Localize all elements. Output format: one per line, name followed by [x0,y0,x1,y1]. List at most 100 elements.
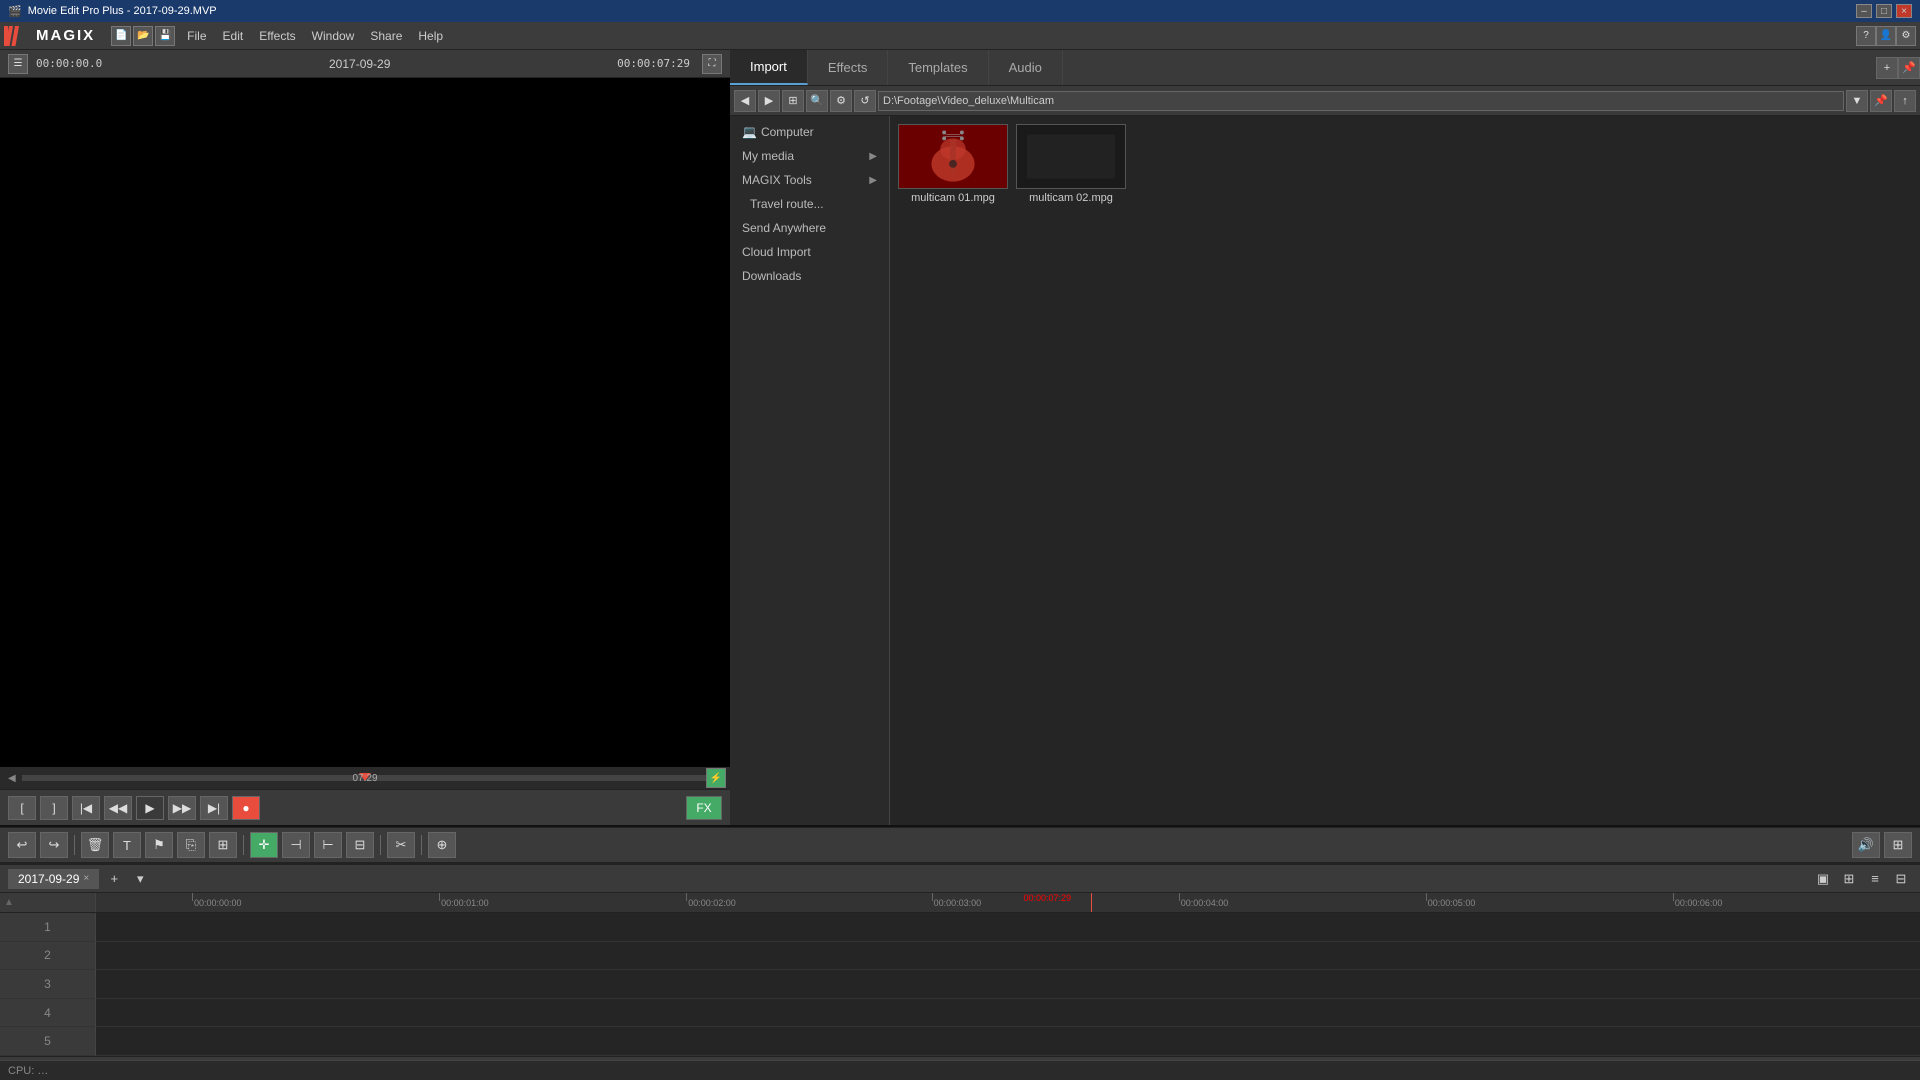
pin-icon[interactable]: 📌 [1870,90,1892,112]
redo-button[interactable]: ↪ [40,832,68,858]
menu-file[interactable]: File [179,27,214,45]
volume-icon[interactable]: 🔊 [1852,832,1880,858]
sidebar-item-send-anywhere[interactable]: Send Anywhere [730,216,889,240]
nav-back-icon[interactable]: ◀ [734,90,756,112]
menu-effects[interactable]: Effects [251,27,303,45]
timeline-menu-icon[interactable]: ▾ [129,868,151,890]
timeline-view-2-icon[interactable]: ⊞ [1838,868,1860,890]
track-cell-2[interactable] [96,942,1920,971]
prev-marker-button[interactable]: |◀ [72,796,100,820]
computer-icon: 💻 [742,125,757,139]
in-point-button[interactable]: [ [8,796,36,820]
track-cell-3[interactable] [96,970,1920,999]
fx-button[interactable]: FX [686,796,722,820]
new-file-icon[interactable]: 📄 [111,26,131,46]
maximize-button[interactable]: □ [1876,4,1892,18]
timeline-tab-label: 2017-09-29 [18,872,79,886]
preview-scrubber-label: 07:29 [352,773,377,784]
menu-bar: MAGIX 📄 📂 💾 File Edit Effects Window Sha… [0,22,1920,50]
path-input[interactable] [878,91,1844,111]
track-label-2: 2 [0,942,95,971]
next-frame-button[interactable]: ▶▶ [168,796,196,820]
timeline-view-1-icon[interactable]: ▣ [1812,868,1834,890]
title-bar-title: Movie Edit Pro Plus - 2017-09-29.MVP [28,5,217,17]
play-button[interactable]: ▶ [136,796,164,820]
left-section: ☰ 00:00:00.0 2017-09-29 00:00:07:29 ⛶ ◀ … [0,50,730,825]
settings-icon[interactable]: ⚙ [1896,26,1916,46]
sidebar-item-downloads[interactable]: Downloads [730,264,889,288]
preview-timecode-right: 00:00:07:29 [617,57,690,70]
title-bar-icon: 🎬 [8,5,22,18]
sidebar-item-my-media[interactable]: My media ▶ [730,144,889,168]
logo: MAGIX [4,26,95,46]
sidebar-item-cloud-import[interactable]: Cloud Import [730,240,889,264]
timeline-tab-close[interactable]: × [83,873,89,884]
timeline-view-3-icon[interactable]: ≡ [1864,868,1886,890]
track-label-3: 3 [0,970,95,999]
expand-up-icon[interactable]: ↑ [1894,90,1916,112]
marker-button[interactable]: ⚑ [145,832,173,858]
dropdown-icon[interactable]: ▼ [1846,90,1868,112]
copy-button[interactable]: ⎘ [177,832,205,858]
text-button[interactable]: T [113,832,141,858]
next-marker-button[interactable]: ▶| [200,796,228,820]
help-icon[interactable]: ? [1856,26,1876,46]
menu-share[interactable]: Share [362,27,410,45]
hamburger-icon[interactable]: ☰ [8,54,28,74]
account-icon[interactable]: 👤 [1876,26,1896,46]
cut-tool[interactable]: ✂ [387,832,415,858]
split-button[interactable]: ⊢ [314,832,342,858]
tab-audio[interactable]: Audio [989,50,1063,85]
tab-effects[interactable]: Effects [808,50,889,85]
open-file-icon[interactable]: 📂 [133,26,153,46]
snap-icon[interactable]: ⚡ [706,768,726,788]
media-label-0: multicam 01.mpg [911,192,995,204]
search-icon[interactable]: 🔍 [806,90,828,112]
select-tool[interactable]: ✛ [250,832,278,858]
ruler-mark-2: 00:00:02:00 [686,893,736,912]
minimize-button[interactable]: – [1856,4,1872,18]
panel-pin-icon[interactable]: 📌 [1898,57,1920,79]
track-cell-5[interactable] [96,1027,1920,1056]
delete-button[interactable]: 🗑 [81,832,109,858]
preview-scrubber-bar[interactable]: ◀ ▶ 07:29 ⚡ [0,767,730,789]
media-item-0[interactable]: multicam 01.mpg [898,124,1008,204]
menu-edit[interactable]: Edit [215,27,252,45]
tab-templates[interactable]: Templates [888,50,988,85]
add-object-button[interactable]: ⊕ [428,832,456,858]
sidebar-item-computer[interactable]: 💻 Computer [730,120,889,144]
timeline-view-4-icon[interactable]: ⊟ [1890,868,1912,890]
settings-icon[interactable]: ⚙ [830,90,852,112]
menu-help[interactable]: Help [410,27,451,45]
record-button[interactable]: ● [232,796,260,820]
import-sidebar: 💻 Computer My media ▶ MAGIX Tools ▶ Trav… [730,116,890,825]
view-grid-icon[interactable]: ⊞ [782,90,804,112]
timeline-inner: ▲ 00:00:00:00 00:00:01:00 00:00:02:00 00… [0,893,1920,1080]
media-item-1[interactable]: multicam 02.mpg [1016,124,1126,204]
panel-expand-icon[interactable]: + [1876,57,1898,79]
add-timeline-icon[interactable]: + [103,868,125,890]
sidebar-item-travel-route[interactable]: Travel route... [730,192,889,216]
refresh-icon[interactable]: ↺ [854,90,876,112]
right-toolbar: ◀ ▶ ⊞ 🔍 ⚙ ↺ ▼ 📌 ↑ [730,86,1920,116]
cpu-status: CPU: … [8,1065,48,1077]
ruler-mark-3: 00:00:03:00 [932,893,982,912]
undo-button[interactable]: ↩ [8,832,36,858]
timeline-ruler: 00:00:00:00 00:00:01:00 00:00:02:00 00:0… [192,893,1920,912]
prev-frame-button[interactable]: ◀◀ [104,796,132,820]
trim-left-button[interactable]: ⊣ [282,832,310,858]
menu-window[interactable]: Window [304,27,363,45]
view-layout-icon[interactable]: ⊞ [1884,832,1912,858]
save-icon[interactable]: 💾 [155,26,175,46]
fullscreen-icon[interactable]: ⛶ [702,54,722,74]
preview-timecode-left: 00:00:00.0 [36,57,102,70]
track-cell-4[interactable] [96,999,1920,1028]
out-point-button[interactable]: ] [40,796,68,820]
group-button[interactable]: ⊞ [209,832,237,858]
nav-forward-icon[interactable]: ▶ [758,90,780,112]
sidebar-item-magix-tools[interactable]: MAGIX Tools ▶ [730,168,889,192]
close-button[interactable]: × [1896,4,1912,18]
tab-import[interactable]: Import [730,50,808,85]
track-cell-1[interactable] [96,913,1920,942]
extra-button[interactable]: ⊟ [346,832,374,858]
